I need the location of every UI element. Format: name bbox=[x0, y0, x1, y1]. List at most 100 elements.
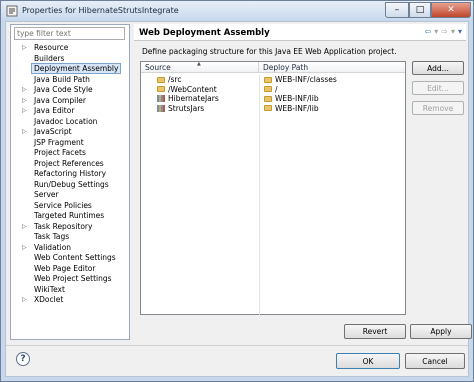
edit-button[interactable]: Edit... bbox=[412, 81, 464, 95]
table-row[interactable]: /src WEB-INF/classes bbox=[141, 75, 405, 85]
tree-item-label: JavaScript bbox=[34, 127, 72, 136]
page-title: Web Deployment Assembly bbox=[139, 28, 270, 38]
revert-button[interactable]: Revert bbox=[344, 324, 406, 339]
tree-item[interactable]: ▷ Task Repository bbox=[13, 222, 127, 233]
tree-item-label: Builders bbox=[34, 53, 65, 63]
tree-item-label: Refactoring History bbox=[34, 169, 107, 178]
tree-item[interactable]: Server bbox=[13, 190, 127, 201]
tree-item[interactable]: Java Build Path bbox=[13, 75, 127, 86]
expand-arrow-icon[interactable]: ▷ bbox=[22, 243, 27, 254]
tree-item-label: Java Code Style bbox=[34, 85, 93, 94]
column-divider bbox=[259, 75, 260, 315]
add-button[interactable]: Add... bbox=[412, 61, 464, 75]
tree-item[interactable]: Project References bbox=[13, 159, 127, 170]
tree-item-label: Java Build Path bbox=[34, 74, 90, 84]
close-button[interactable]: ✕ bbox=[431, 2, 471, 18]
maximize-button[interactable]: □ bbox=[409, 2, 431, 18]
ok-button[interactable]: OK bbox=[336, 353, 400, 369]
expand-arrow-icon[interactable]: ▷ bbox=[22, 127, 27, 138]
properties-window: Properties for HibernateStrutsIntegrate … bbox=[0, 0, 474, 382]
tree-item-label: Task Repository bbox=[34, 221, 93, 231]
tree-item[interactable]: Deployment Assembly bbox=[13, 63, 127, 75]
tree-item-label: Project Facets bbox=[34, 148, 86, 157]
tree-item[interactable]: Service Policies bbox=[13, 201, 127, 212]
table-row[interactable]: HibernateJars WEB-INF/lib bbox=[141, 94, 405, 104]
expand-arrow-icon[interactable]: ▷ bbox=[22, 43, 27, 54]
cell-text: StrutsJars bbox=[168, 103, 205, 113]
tree-item-label: Resource bbox=[34, 43, 69, 52]
expand-arrow-icon[interactable]: ▷ bbox=[22, 222, 27, 233]
table-header: ▲ Source Deploy Path bbox=[141, 61, 405, 73]
tree-item[interactable]: Web Project Settings bbox=[13, 274, 127, 285]
tree-item-label: Server bbox=[34, 190, 59, 199]
apply-button[interactable]: Apply bbox=[410, 324, 472, 339]
folder-icon bbox=[264, 105, 272, 112]
tree-item-label: Task Tags bbox=[34, 232, 70, 241]
tree-item[interactable]: Task Tags bbox=[13, 232, 127, 243]
category-tree: ▷ Resource Builders Deployment Assembly Java… bbox=[13, 43, 127, 306]
back-menu-chevron-icon[interactable]: ▾ bbox=[434, 27, 438, 36]
folder-icon bbox=[264, 76, 272, 83]
folder-icon bbox=[264, 86, 272, 93]
tree-item[interactable]: ▷ Java Editor bbox=[13, 106, 127, 117]
cell-text: /src bbox=[168, 75, 182, 84]
tree-item-label: XDoclet bbox=[34, 295, 64, 304]
cell-text: WEB-INF/classes bbox=[275, 75, 337, 84]
tree-item-label: Web Project Settings bbox=[34, 274, 112, 283]
tree-item[interactable]: Web Content Settings bbox=[13, 253, 127, 264]
remove-button[interactable]: Remove bbox=[412, 101, 464, 115]
table-cell-source: /src bbox=[141, 75, 260, 85]
help-icon[interactable]: ? bbox=[16, 352, 30, 366]
view-menu-chevron-icon[interactable]: ▾ bbox=[458, 27, 462, 36]
column-header-source[interactable]: ▲ Source bbox=[141, 61, 259, 72]
back-arrow-icon[interactable]: ⇦ bbox=[425, 27, 432, 36]
tree-item[interactable]: Refactoring History bbox=[13, 169, 127, 180]
tree-item[interactable]: ▷ Resource bbox=[13, 43, 127, 54]
cell-text: / bbox=[275, 84, 278, 94]
category-pane: ▷ResourceBuildersDeployment AssemblyJava… bbox=[10, 24, 130, 340]
tree-item[interactable]: ▷ JavaScript bbox=[13, 127, 127, 138]
window-title: Properties for HibernateStrutsIntegrate bbox=[22, 6, 179, 15]
forward-menu-chevron-icon[interactable]: ▾ bbox=[451, 27, 455, 36]
tree-item[interactable]: Javadoc Location bbox=[13, 117, 127, 128]
expand-arrow-icon[interactable]: ▷ bbox=[22, 106, 27, 117]
tree-item[interactable]: WikiText bbox=[13, 285, 127, 296]
tree-item[interactable]: ▷ Java Code Style bbox=[13, 85, 127, 96]
table-row[interactable]: StrutsJars WEB-INF/lib bbox=[141, 104, 405, 114]
cancel-button[interactable]: Cancel bbox=[405, 353, 465, 369]
table-cell-source: HibernateJars bbox=[141, 94, 260, 104]
tree-item[interactable]: Targeted Runtimes bbox=[13, 211, 127, 222]
folder-icon bbox=[264, 95, 272, 102]
tree-item[interactable]: Project Facets bbox=[13, 148, 127, 159]
page-navigation: ⇦ ▾ ⇨ ▾ ▾ bbox=[425, 27, 462, 36]
table-cell-path: WEB-INF/classes bbox=[260, 75, 405, 85]
tree-item-label: Web Content Settings bbox=[34, 253, 116, 262]
table-cell-path: WEB-INF/lib bbox=[260, 94, 405, 104]
dialog-body: ▷ResourceBuildersDeployment AssemblyJava… bbox=[5, 21, 472, 377]
table-row[interactable]: /WebContent / bbox=[141, 85, 405, 95]
tree-item[interactable]: ▷ Validation bbox=[13, 243, 127, 254]
forward-arrow-icon[interactable]: ⇨ bbox=[441, 27, 448, 36]
tree-item[interactable]: Run/Debug Settings bbox=[13, 180, 127, 191]
tree-item[interactable]: ▷ Java Compiler bbox=[13, 96, 127, 107]
tree-item[interactable]: JSP Fragment bbox=[13, 138, 127, 149]
tree-item-label: Service Policies bbox=[34, 200, 92, 210]
tree-item[interactable]: ▷ XDoclet bbox=[13, 295, 127, 306]
cell-text: HibernateJars bbox=[168, 94, 219, 103]
expand-arrow-icon[interactable]: ▷ bbox=[22, 295, 27, 306]
tree-item-label: JSP Fragment bbox=[34, 137, 84, 147]
tree-item[interactable]: Web Page Editor bbox=[13, 264, 127, 275]
expand-arrow-icon[interactable]: ▷ bbox=[22, 85, 27, 96]
settings-pane: Web Deployment Assembly ⇦ ▾ ⇨ ▾ ▾ Define… bbox=[134, 24, 472, 340]
cell-text: /WebContent bbox=[168, 84, 217, 94]
tree-item-label: WikiText bbox=[34, 284, 65, 294]
tree-item-label: Deployment Assembly bbox=[31, 63, 122, 74]
minimize-button[interactable]: – bbox=[385, 2, 409, 18]
filter-input[interactable] bbox=[14, 27, 125, 40]
tree-item-label: Javadoc Location bbox=[34, 116, 98, 126]
cell-text: WEB-INF/lib bbox=[275, 94, 319, 103]
expand-arrow-icon[interactable]: ▷ bbox=[22, 96, 27, 107]
folder-icon bbox=[157, 86, 165, 93]
folder-icon bbox=[157, 76, 165, 83]
column-header-deploy-path[interactable]: Deploy Path bbox=[259, 62, 405, 72]
